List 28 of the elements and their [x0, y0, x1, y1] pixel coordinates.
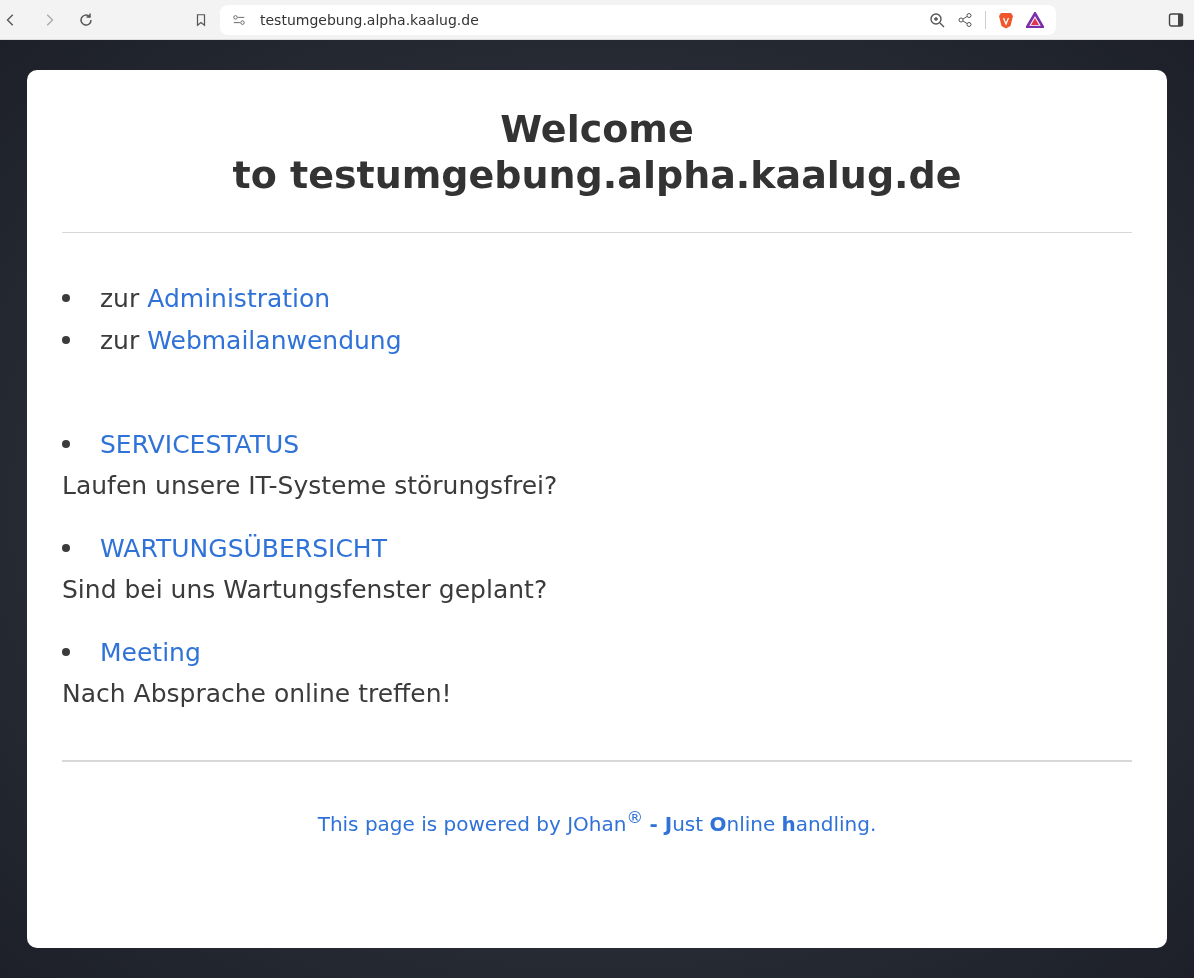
service-description: Laufen unsere IT-Systeme störungsfrei? [62, 470, 559, 502]
shield-icon[interactable] [998, 10, 1014, 29]
triangle-icon[interactable] [1026, 11, 1044, 28]
service-description: Sind bei uns Wartungsfenster geplant? [62, 574, 549, 606]
bullet-icon [62, 294, 70, 302]
link[interactable]: Administration [147, 283, 331, 313]
bullet-icon [62, 336, 70, 344]
service-link[interactable]: SERVICESTATUS [100, 429, 300, 459]
reload-icon[interactable] [78, 11, 94, 28]
bullet-icon [62, 648, 70, 656]
address-bar[interactable]: testumgebung.alpha.kaalug.de [220, 4, 1056, 35]
zoom-icon[interactable] [929, 11, 945, 28]
bullet-icon [62, 544, 70, 552]
link-prefix: zur [100, 325, 140, 355]
link[interactable]: Webmailanwendung [147, 325, 402, 355]
bullet-icon [62, 440, 70, 448]
site-settings-icon[interactable] [232, 12, 246, 27]
service-description: Nach Absprache online treffen! [62, 678, 453, 710]
share-icon[interactable] [957, 11, 973, 28]
page-title: to testumgebung.alpha.kaalug.de [232, 152, 962, 198]
url-text: testumgebung.alpha.kaalug.de [260, 11, 479, 28]
page-title: Welcome [500, 106, 694, 152]
service-link[interactable]: Meeting [100, 637, 201, 667]
sidebar-icon[interactable] [1168, 11, 1184, 28]
link-prefix: zur [100, 283, 140, 313]
bookmark-icon[interactable] [194, 11, 208, 28]
service-link[interactable]: WARTUNGSÜBERSICHT [100, 533, 387, 563]
footer-text: This page is powered by JOhan$^{®}$ - Just Online handling. [317, 811, 877, 836]
